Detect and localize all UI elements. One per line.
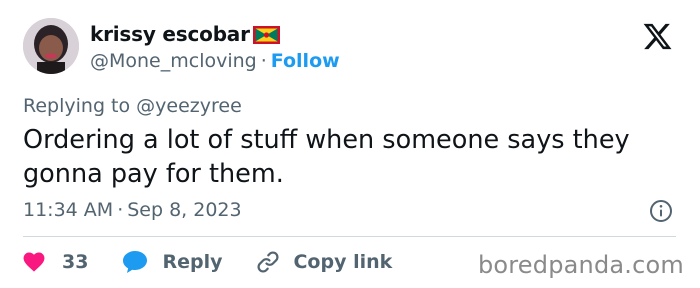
- link-icon: [257, 251, 279, 273]
- tweet-timestamp[interactable]: 11:34 AM · Sep 8, 2023: [23, 199, 242, 221]
- heart-icon: [23, 252, 45, 272]
- author-handle[interactable]: @Mone_mcloving: [90, 50, 257, 72]
- reply-button[interactable]: Reply: [122, 250, 222, 274]
- reply-bubble-icon: [123, 251, 148, 273]
- follow-button[interactable]: Follow: [271, 50, 340, 72]
- tweet-date: Sep 8, 2023: [127, 199, 242, 221]
- like-count: 33: [62, 251, 89, 273]
- grenada-flag-icon: [252, 26, 280, 44]
- tweet-time: 11:34 AM: [23, 199, 114, 221]
- tweet-text: Ordering a lot of stuff when someone say…: [23, 125, 630, 189]
- author-name-row: krissy escobar: [90, 22, 280, 46]
- author-handle-row: @Mone_mcloving · Follow: [90, 50, 340, 72]
- handle-separator: ·: [260, 50, 267, 72]
- info-icon[interactable]: [649, 199, 673, 223]
- author-display-name[interactable]: krissy escobar: [90, 22, 250, 46]
- replying-to-mention[interactable]: @yeezyree: [136, 95, 242, 117]
- replying-to-line: Replying to @yeezyree: [23, 95, 242, 117]
- watermark: boredpanda.com: [477, 251, 684, 279]
- action-bar: 33 Reply Copy link: [23, 246, 392, 278]
- replying-to-prefix: Replying to: [23, 95, 131, 117]
- copy-link-label: Copy link: [293, 251, 393, 273]
- divider: [23, 236, 676, 237]
- timestamp-separator: ·: [117, 199, 124, 221]
- like-button[interactable]: 33: [23, 251, 88, 273]
- reply-label: Reply: [162, 251, 223, 273]
- avatar-photo: [23, 18, 79, 74]
- avatar[interactable]: [23, 18, 79, 74]
- copy-link-button[interactable]: Copy link: [256, 250, 392, 274]
- x-logo-icon[interactable]: [642, 21, 673, 52]
